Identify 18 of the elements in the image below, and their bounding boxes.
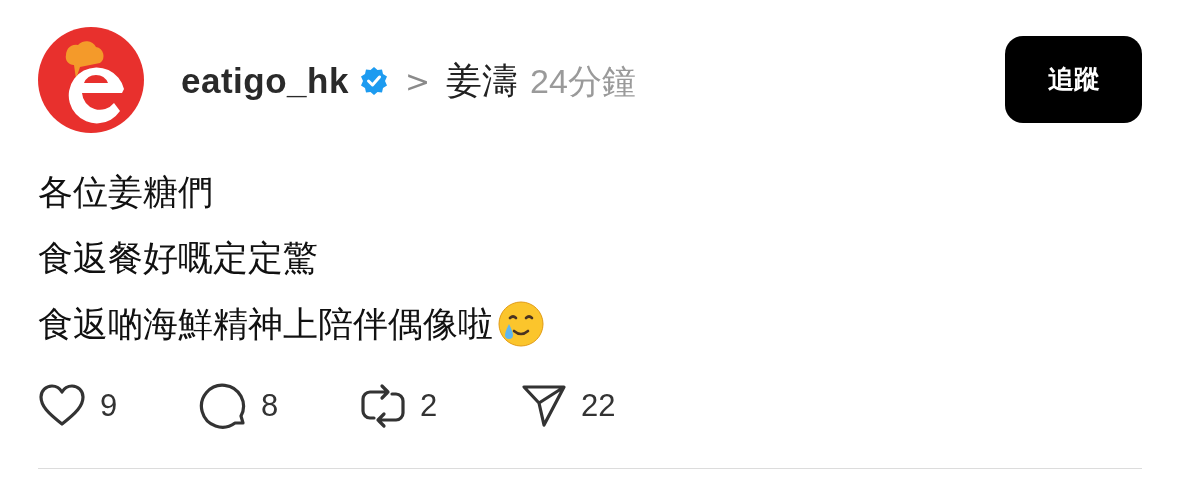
- username[interactable]: eatigo_hk: [181, 54, 349, 108]
- post-text-line: 各位姜糖們: [38, 171, 213, 213]
- post-text-line: 食返餐好嘅定定驚: [38, 237, 318, 279]
- action-count: 8: [261, 386, 279, 425]
- post-text-line: 食返啲海鮮精神上陪伴偶像啦: [38, 303, 493, 345]
- repost-icon[interactable]: [360, 382, 406, 430]
- speech-bubble-icon[interactable]: [199, 383, 247, 429]
- follow-button[interactable]: 追蹤: [1005, 36, 1142, 123]
- action-count: 2: [420, 386, 438, 425]
- topic-name[interactable]: 姜濤: [446, 54, 519, 108]
- send-icon[interactable]: [521, 384, 567, 428]
- action-count: 22: [581, 386, 616, 425]
- avatar-logo[interactable]: [38, 27, 144, 133]
- post-time: 24分鐘: [530, 60, 636, 102]
- chevron-icon: >: [404, 58, 431, 104]
- smiling-face-with-tear-icon: [497, 299, 545, 348]
- heart-icon[interactable]: [38, 384, 86, 428]
- action-count: 9: [100, 386, 118, 425]
